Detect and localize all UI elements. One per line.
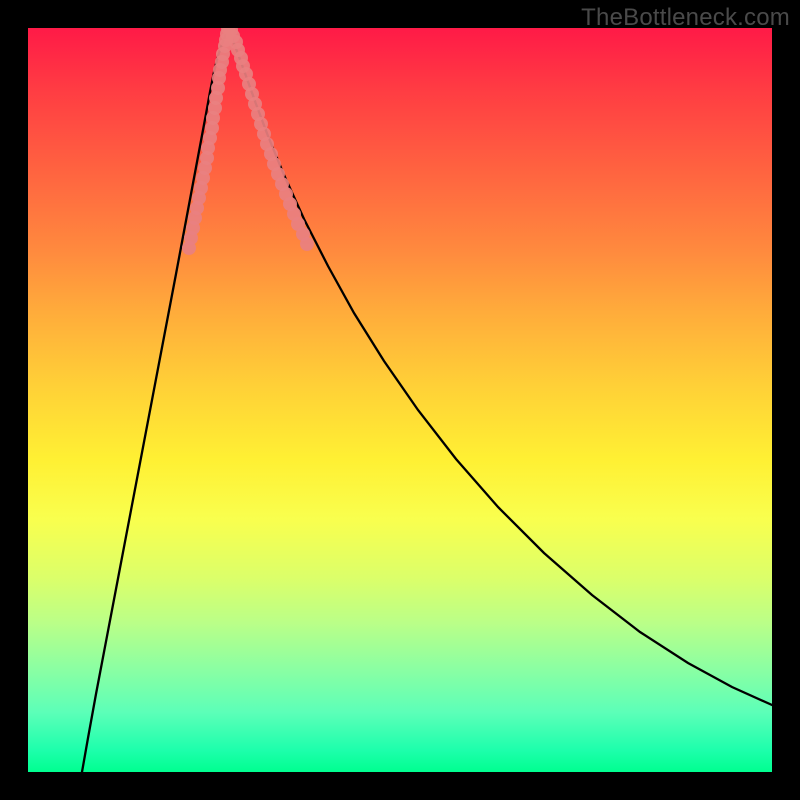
- watermark-text: TheBottleneck.com: [581, 4, 790, 32]
- chart-frame: TheBottleneck.com: [0, 0, 800, 800]
- chart-svg: [28, 28, 772, 772]
- data-marker: [300, 237, 314, 251]
- plot-area: [28, 28, 772, 772]
- curve-lines: [82, 28, 772, 772]
- curve-bottleneck-curve-right: [228, 28, 772, 705]
